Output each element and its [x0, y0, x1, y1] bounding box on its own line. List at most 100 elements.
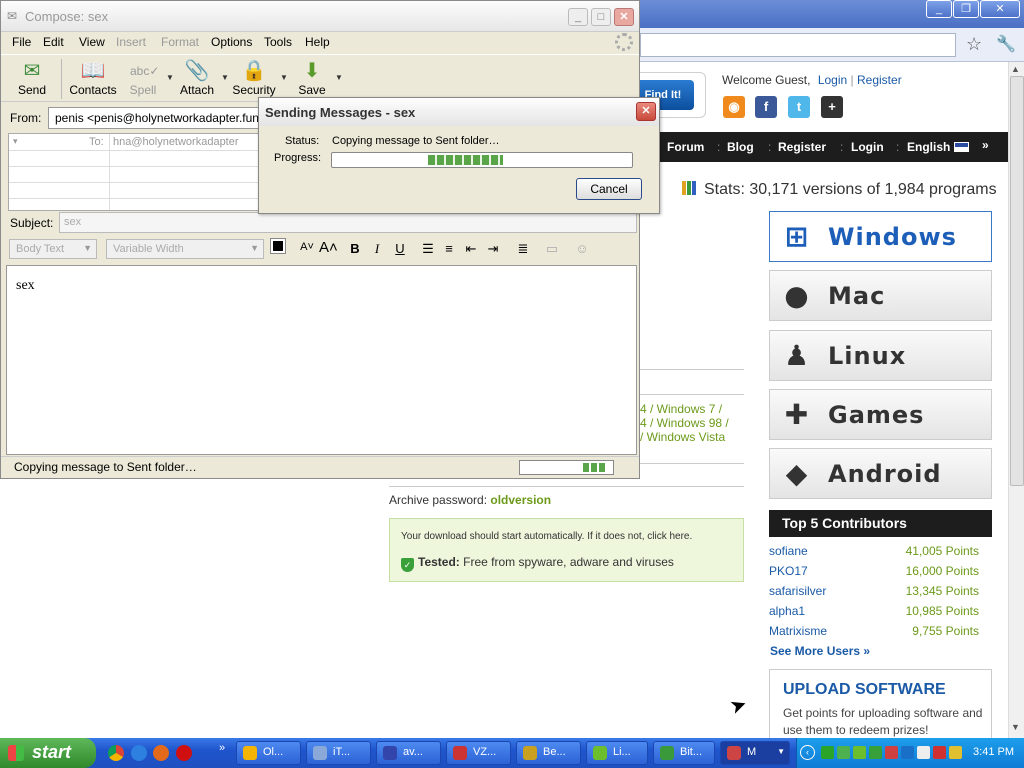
- menu-options[interactable]: Options: [211, 35, 252, 49]
- platform-games[interactable]: ✚ Games: [769, 389, 992, 440]
- save-dropdown-icon[interactable]: ▼: [335, 73, 343, 82]
- chrome-icon[interactable]: [108, 745, 124, 761]
- platform-android[interactable]: ◆ Android: [769, 448, 992, 499]
- dialog-close-button[interactable]: ✕: [636, 102, 656, 121]
- compat-line[interactable]: / Windows Vista: [640, 430, 744, 444]
- nav-login[interactable]: Login: [851, 140, 884, 154]
- spell-button[interactable]: abc✓ Spell: [128, 59, 160, 97]
- tray-icon[interactable]: [917, 746, 930, 759]
- compat-line[interactable]: 4 / Windows 7 /: [640, 402, 744, 416]
- subject-input[interactable]: sex: [59, 212, 637, 233]
- download-message[interactable]: Your download should start automatically…: [401, 531, 692, 542]
- to-field[interactable]: hna@holynetworkadapter: [113, 136, 239, 148]
- numbered-list-icon[interactable]: ≡: [441, 241, 457, 256]
- scroll-up-arrow-icon[interactable]: ▲: [1011, 64, 1020, 74]
- platform-windows[interactable]: ⊞ Windows: [769, 211, 992, 262]
- menu-tools[interactable]: Tools: [264, 35, 292, 49]
- align-icon[interactable]: ≣: [515, 241, 531, 257]
- tray-icon[interactable]: [837, 746, 850, 759]
- scroll-down-arrow-icon[interactable]: ▼: [1011, 722, 1020, 732]
- plus-icon[interactable]: +: [821, 96, 843, 118]
- menu-format[interactable]: Format: [161, 35, 199, 49]
- nav-blog[interactable]: Blog: [727, 140, 754, 154]
- minimize-button[interactable]: _: [926, 0, 952, 18]
- url-input[interactable]: [640, 33, 956, 57]
- facebook-icon[interactable]: f: [755, 96, 777, 118]
- paragraph-style-select[interactable]: Body Text ▼: [9, 239, 97, 259]
- insert-icon[interactable]: ▭: [544, 241, 560, 257]
- taskbar-item[interactable]: iT...: [306, 741, 371, 765]
- from-select[interactable]: penis <penis@holynetworkadapter.fun>: [48, 107, 260, 129]
- tray-icon[interactable]: [885, 746, 898, 759]
- nav-forum[interactable]: Forum: [667, 140, 704, 154]
- chevron-right-icon[interactable]: »: [219, 742, 225, 754]
- taskbar-item[interactable]: VZ...: [446, 741, 511, 765]
- rss-icon[interactable]: ◉: [723, 96, 745, 118]
- menu-file[interactable]: File: [12, 35, 31, 49]
- spell-dropdown-icon[interactable]: ▼: [166, 73, 174, 82]
- chevron-down-icon[interactable]: ▾: [13, 136, 18, 147]
- platform-linux[interactable]: ♟ Linux: [769, 330, 992, 381]
- taskbar-item[interactable]: Bit...: [653, 741, 715, 765]
- tray-icon[interactable]: [933, 746, 946, 759]
- taskbar-item[interactable]: Li...: [586, 741, 648, 765]
- shield-icon[interactable]: [949, 746, 962, 759]
- compat-line[interactable]: 4 / Windows 98 /: [640, 416, 744, 430]
- nav-language[interactable]: English: [907, 140, 950, 154]
- opera-icon[interactable]: [176, 745, 192, 761]
- text-color-icon[interactable]: [270, 238, 286, 254]
- contributor-name[interactable]: Matrixisme: [769, 624, 827, 638]
- compose-minimize-button[interactable]: _: [568, 8, 588, 26]
- platform-mac[interactable]: ● Mac: [769, 270, 992, 321]
- taskbar-item[interactable]: Be...: [516, 741, 581, 765]
- smiley-icon[interactable]: ☺: [574, 241, 590, 256]
- scroll-thumb[interactable]: [1010, 76, 1024, 486]
- wrench-icon[interactable]: 🔧: [996, 34, 1016, 54]
- bullet-list-icon[interactable]: ☰: [420, 241, 436, 257]
- font-select[interactable]: Variable Width ▼: [106, 239, 264, 259]
- firefox-icon[interactable]: [153, 745, 169, 761]
- browser-close-button[interactable]: ✕: [980, 0, 1020, 18]
- nav-register[interactable]: Register: [778, 140, 826, 154]
- contacts-button[interactable]: 📖 Contacts: [69, 59, 117, 97]
- chevron-left-icon[interactable]: ‹: [800, 745, 815, 760]
- bookmark-star-icon[interactable]: ☆: [966, 34, 982, 55]
- upload-software-box[interactable]: UPLOAD SOFTWARE Get points for uploading…: [769, 669, 992, 739]
- font-smaller-icon[interactable]: A˅: [299, 241, 315, 253]
- outdent-icon[interactable]: ⇤: [463, 241, 479, 257]
- security-dropdown-icon[interactable]: ▼: [280, 73, 288, 82]
- attach-button[interactable]: 📎 Attach: [179, 59, 215, 97]
- send-button[interactable]: ✉ Send: [16, 59, 48, 97]
- tray-icon[interactable]: [853, 746, 866, 759]
- start-button[interactable]: start: [0, 738, 96, 768]
- tray-icon[interactable]: [821, 746, 834, 759]
- taskbar-item-active[interactable]: M ▼: [720, 741, 790, 765]
- twitter-icon[interactable]: t: [788, 96, 810, 118]
- tray-icon[interactable]: [869, 746, 882, 759]
- menu-insert[interactable]: Insert: [116, 35, 146, 49]
- save-button[interactable]: ⬇ Save: [296, 59, 328, 97]
- taskbar-item[interactable]: av...: [376, 741, 441, 765]
- contributor-name[interactable]: sofiane: [769, 544, 808, 558]
- security-button[interactable]: 🔒 Security: [232, 59, 276, 97]
- see-more-users-link[interactable]: See More Users »: [770, 644, 870, 658]
- page-scrollbar[interactable]: ▲ ▼: [1008, 62, 1024, 738]
- contributor-name[interactable]: alpha1: [769, 604, 805, 618]
- compose-close-button[interactable]: ✕: [614, 8, 634, 26]
- restore-button[interactable]: ❐: [953, 0, 979, 18]
- register-link[interactable]: Register: [857, 73, 902, 87]
- chevron-down-icon[interactable]: »: [982, 138, 989, 152]
- bold-icon[interactable]: B: [347, 241, 363, 256]
- menu-help[interactable]: Help: [305, 35, 330, 49]
- underline-icon[interactable]: U: [392, 241, 408, 256]
- contributor-name[interactable]: PKO17: [769, 564, 808, 578]
- cancel-button[interactable]: Cancel: [576, 178, 642, 200]
- taskbar-item[interactable]: Ol...: [236, 741, 301, 765]
- recipients-list[interactable]: ▾ To: hna@holynetworkadapter: [8, 133, 261, 211]
- font-larger-icon[interactable]: A˄: [319, 239, 338, 256]
- message-body[interactable]: sex: [6, 265, 637, 455]
- contributor-name[interactable]: safarisilver: [769, 584, 826, 598]
- internet-explorer-icon[interactable]: [131, 745, 147, 761]
- attach-dropdown-icon[interactable]: ▼: [221, 73, 229, 82]
- indent-icon[interactable]: ⇥: [485, 241, 501, 257]
